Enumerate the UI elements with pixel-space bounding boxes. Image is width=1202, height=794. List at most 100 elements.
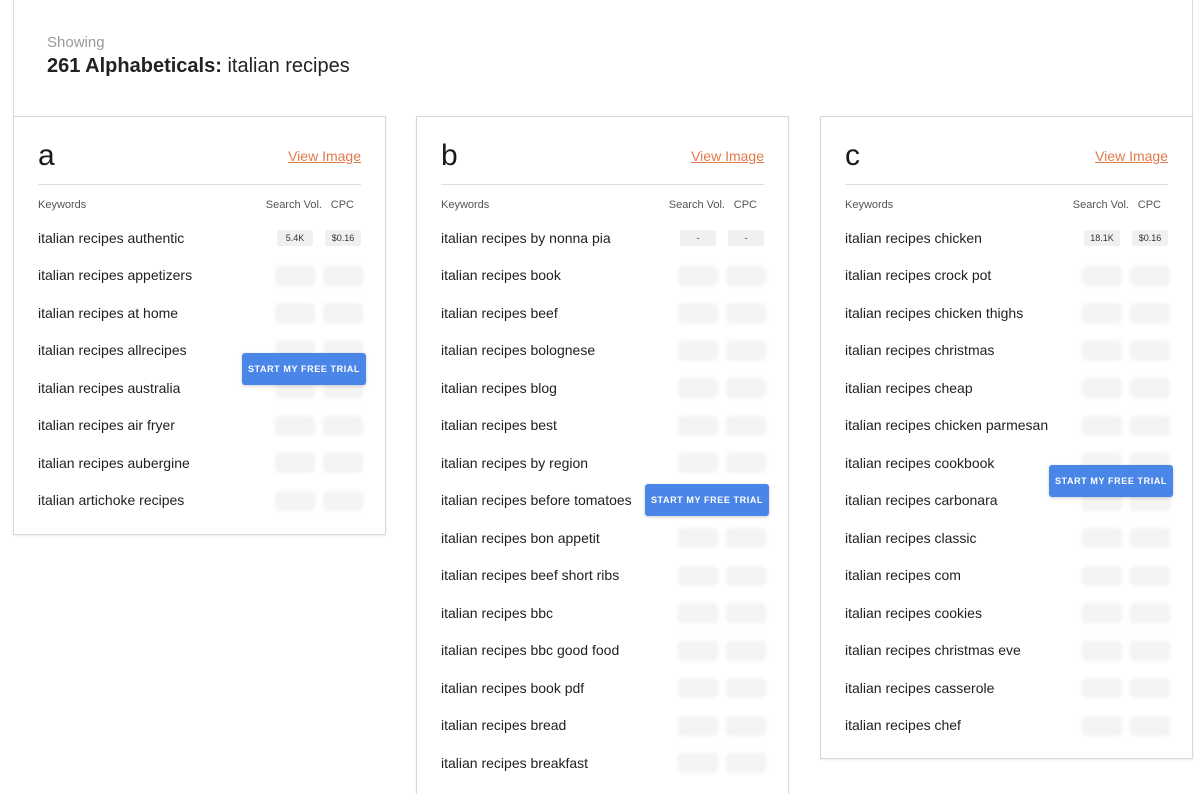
- keyword-row[interactable]: italian recipes bbc: [441, 594, 764, 632]
- keyword-text: italian recipes chicken: [845, 229, 982, 246]
- search-vol-value: [277, 305, 313, 321]
- search-vol-value: [680, 417, 716, 434]
- keyword-text: italian recipes christmas: [845, 342, 995, 359]
- keyword-row[interactable]: italian recipes cookies: [845, 594, 1168, 632]
- view-image-link[interactable]: View Image: [1095, 148, 1168, 164]
- keyword-row[interactable]: italian recipes appetizers: [38, 257, 361, 295]
- cpc-value: [1132, 680, 1168, 696]
- keyword-row[interactable]: italian recipes by nonna pia - -: [441, 219, 764, 257]
- keyword-row[interactable]: italian recipes authentic 5.4K $0.16: [38, 219, 361, 257]
- search-vol-value: [680, 680, 716, 696]
- keyword-row[interactable]: italian recipes blog: [441, 369, 764, 407]
- cpc-value: [728, 530, 764, 546]
- keyword-row[interactable]: italian recipes chicken 18.1K $0.16: [845, 219, 1168, 257]
- keyword-row[interactable]: italian recipes crock pot: [845, 257, 1168, 295]
- cpc-value: [1132, 605, 1168, 621]
- start-free-trial-button[interactable]: START MY FREE TRIAL: [1049, 465, 1173, 497]
- keyword-row[interactable]: italian recipes book pdf: [441, 669, 764, 707]
- divider: [38, 184, 361, 185]
- keyword-text: italian recipes crock pot: [845, 267, 992, 284]
- search-vol-value: [1084, 305, 1120, 321]
- cpc-value: [728, 305, 764, 321]
- keyword-text: italian recipes beef: [441, 304, 558, 321]
- view-image-link[interactable]: View Image: [691, 148, 764, 164]
- cpc-value: [325, 492, 361, 509]
- search-vol-value: [1084, 567, 1120, 584]
- keyword-text: italian recipes by region: [441, 454, 589, 471]
- keyword-row[interactable]: italian artichoke recipes: [38, 482, 361, 520]
- search-vol-value: [277, 455, 313, 471]
- divider: [441, 184, 764, 185]
- search-vol-value: [1084, 680, 1120, 696]
- keyword-text: italian recipes appetizers: [38, 267, 193, 284]
- keyword-row[interactable]: italian recipes beef: [441, 294, 764, 332]
- cpc-value: [1132, 267, 1168, 284]
- view-image-link[interactable]: View Image: [288, 148, 361, 164]
- divider: [845, 184, 1168, 185]
- keyword-row[interactable]: italian recipes christmas: [845, 332, 1168, 370]
- keyword-text: italian recipes carbonara: [845, 492, 998, 509]
- keyword-row[interactable]: italian recipes bolognese: [441, 332, 764, 370]
- keyword-row[interactable]: italian recipes chef: [845, 707, 1168, 745]
- cpc-value: $0.16: [325, 230, 361, 246]
- keyword-row[interactable]: italian recipes bbc good food: [441, 632, 764, 670]
- start-free-trial-button[interactable]: START MY FREE TRIAL: [645, 484, 769, 516]
- search-vol-value: [1084, 380, 1120, 396]
- cpc-value: [728, 417, 764, 434]
- cpc-value: [325, 417, 361, 434]
- search-vol-value: [1084, 605, 1120, 621]
- results-count: 261 Alphabeticals:: [47, 55, 222, 77]
- search-vol-value: [680, 530, 716, 546]
- keyword-text: italian recipes best: [441, 417, 557, 434]
- cpc-value: -: [728, 230, 764, 246]
- keyword-text: italian recipes chicken parmesan: [845, 417, 1049, 434]
- letter-card-a: a View Image Keywords Search Vol. CPC it…: [13, 116, 386, 535]
- search-vol-value: [1084, 417, 1120, 434]
- cpc-column-header: CPC: [330, 199, 354, 211]
- cpc-value: [1132, 342, 1168, 359]
- keyword-row[interactable]: italian recipes casserole: [845, 669, 1168, 707]
- keyword-row[interactable]: italian recipes by region: [441, 444, 764, 482]
- keyword-row[interactable]: italian recipes christmas eve: [845, 632, 1168, 670]
- keyword-row[interactable]: italian recipes breakfast: [441, 744, 764, 782]
- keyword-row[interactable]: italian recipes cheap: [845, 369, 1168, 407]
- cpc-value: [325, 455, 361, 471]
- keyword-row[interactable]: italian recipes aubergine: [38, 444, 361, 482]
- keyword-row[interactable]: italian recipes beef short ribs: [441, 557, 764, 595]
- search-query: italian recipes: [227, 55, 350, 77]
- keyword-row[interactable]: italian recipes bon appetit: [441, 519, 764, 557]
- results-header: Showing 261 Alphabeticals: italian recip…: [13, 0, 1193, 116]
- keyword-row[interactable]: italian recipes com: [845, 557, 1168, 595]
- letter-card-b: b View Image Keywords Search Vol. CPC it…: [416, 116, 789, 794]
- keywords-column-header: Keywords: [441, 199, 490, 211]
- keyword-row[interactable]: italian recipes best: [441, 407, 764, 445]
- keyword-row[interactable]: italian recipes at home: [38, 294, 361, 332]
- cpc-value: [728, 717, 764, 734]
- keywords-column-header: Keywords: [38, 199, 87, 211]
- search-vol-value: [1084, 717, 1120, 734]
- cpc-value: [1132, 567, 1168, 584]
- start-free-trial-button[interactable]: START MY FREE TRIAL: [242, 353, 366, 385]
- keyword-row[interactable]: italian recipes chicken thighs: [845, 294, 1168, 332]
- search-vol-value: [680, 267, 716, 284]
- keyword-text: italian recipes before tomatoes: [441, 492, 632, 509]
- search-vol-value: [680, 755, 716, 771]
- keyword-text: italian recipes authentic: [38, 229, 185, 246]
- cpc-value: [728, 342, 764, 359]
- keyword-row[interactable]: italian recipes classic: [845, 519, 1168, 557]
- keyword-text: italian recipes chicken thighs: [845, 304, 1024, 321]
- keyword-row[interactable]: italian recipes bread: [441, 707, 764, 745]
- cpc-value: [728, 755, 764, 771]
- keyword-text: italian recipes cookbook: [845, 454, 995, 471]
- keyword-text: italian recipes blog: [441, 379, 557, 396]
- keyword-text: italian recipes breakfast: [441, 754, 589, 771]
- search-vol-value: [1084, 530, 1120, 546]
- letter-card-c: c View Image Keywords Search Vol. CPC it…: [820, 116, 1193, 759]
- cpc-value: [728, 567, 764, 584]
- showing-label: Showing: [47, 34, 105, 51]
- keyword-row[interactable]: italian recipes book: [441, 257, 764, 295]
- keyword-row[interactable]: italian recipes chicken parmesan: [845, 407, 1168, 445]
- keyword-row[interactable]: italian recipes air fryer: [38, 407, 361, 445]
- keyword-text: italian recipes bolognese: [441, 342, 596, 359]
- cpc-value: [325, 305, 361, 321]
